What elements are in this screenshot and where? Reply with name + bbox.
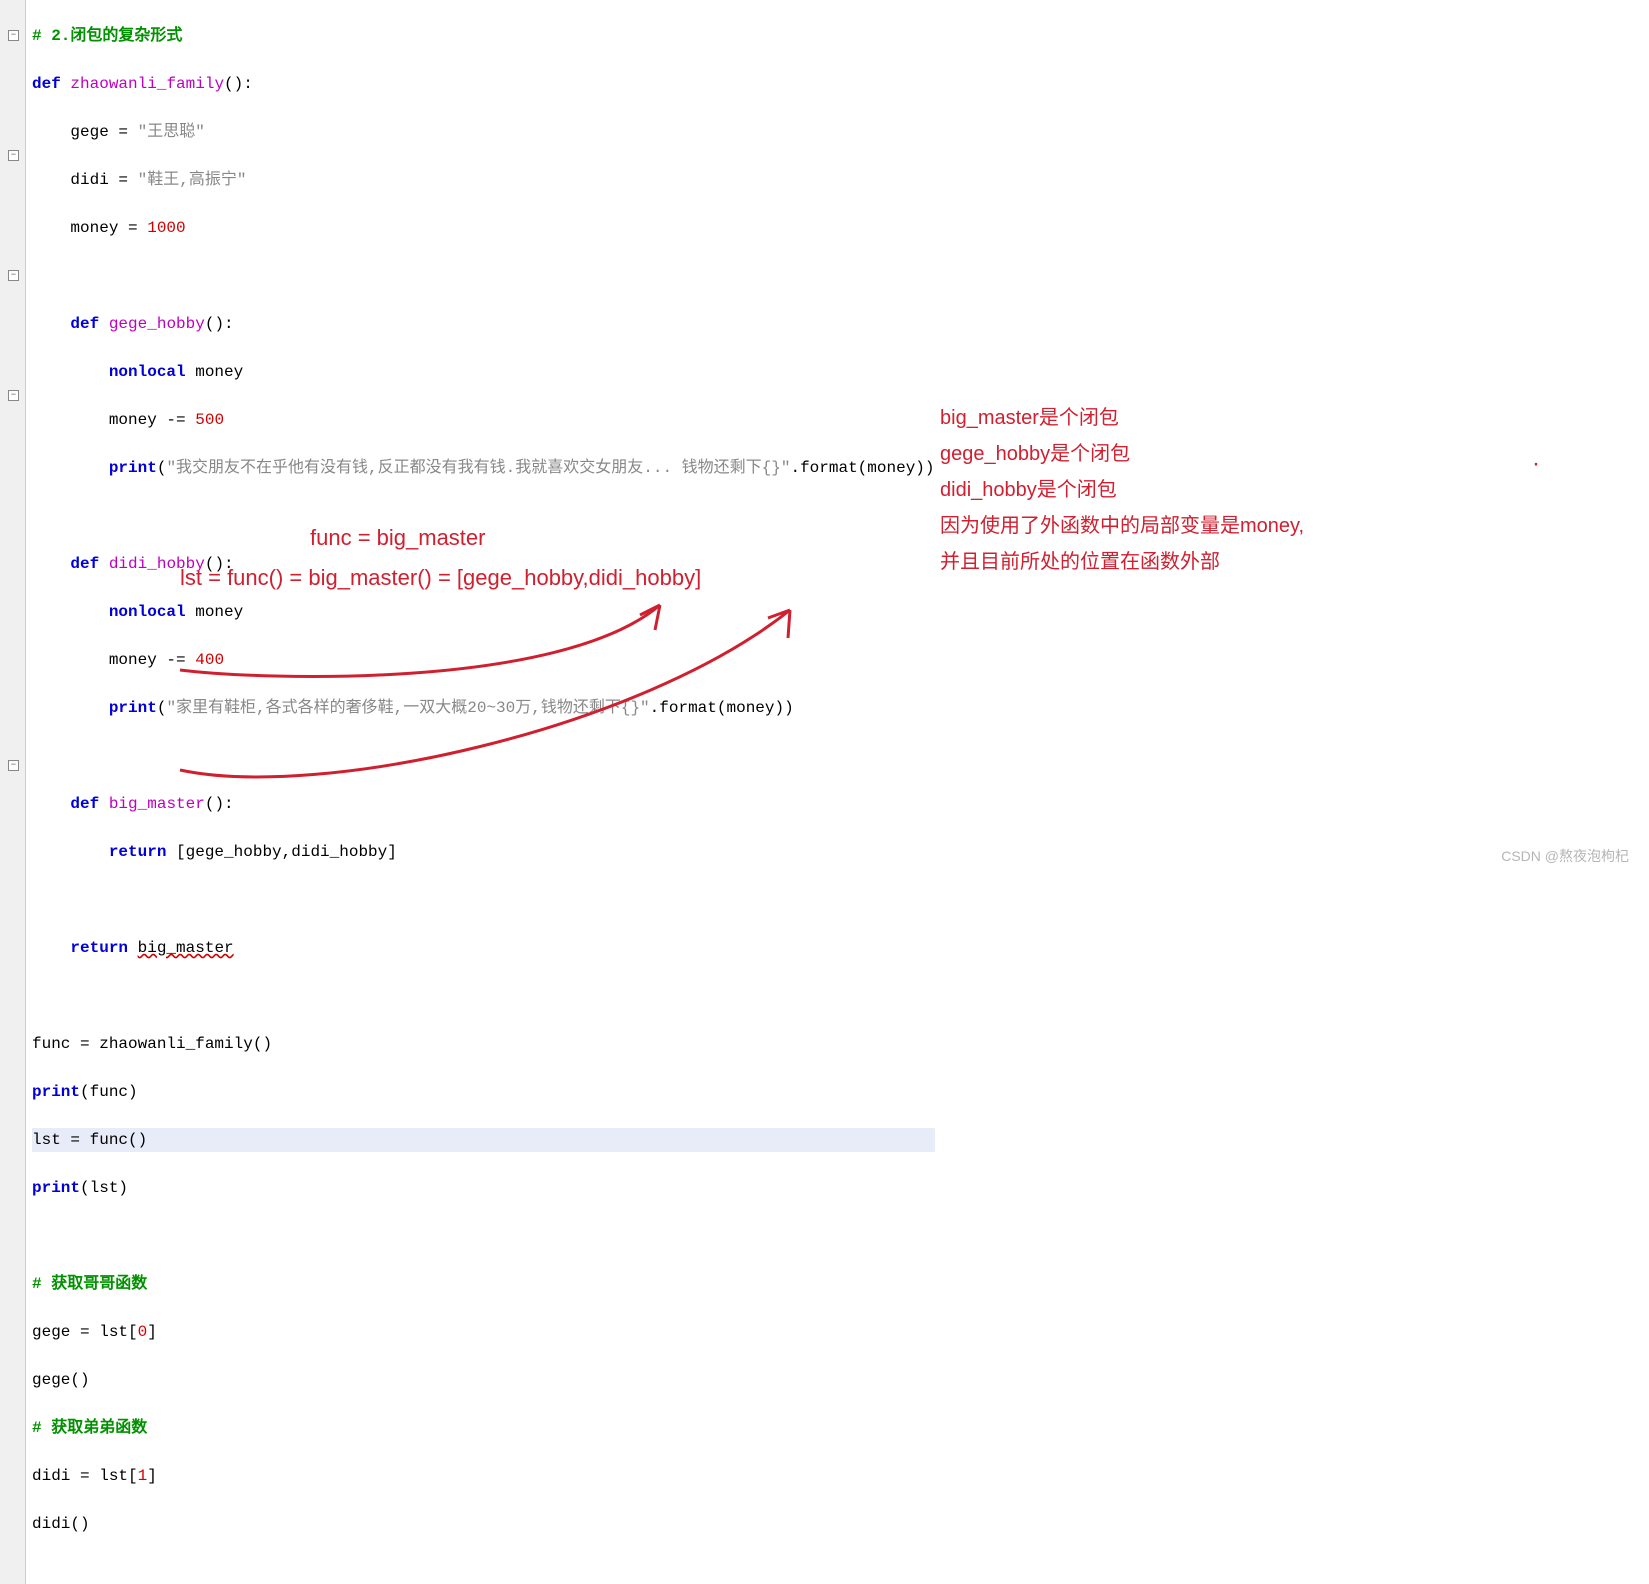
keyword-def: def	[70, 315, 99, 333]
keyword-def: def	[70, 795, 99, 813]
code-text: (	[157, 459, 167, 477]
annotation-line: big_master是个闭包	[940, 400, 1480, 436]
code-text: [gege_hobby,didi_hobby]	[166, 843, 396, 861]
code-text: money	[186, 603, 244, 621]
code-text	[32, 603, 109, 621]
function-name: big_master	[109, 795, 205, 813]
annotation-line: gege_hobby是个闭包	[940, 436, 1480, 472]
number: 400	[195, 651, 224, 669]
builtin-print: print	[32, 1083, 80, 1101]
code-text: gege()	[32, 1371, 90, 1389]
function-name: gege_hobby	[109, 315, 205, 333]
number: 1000	[147, 219, 185, 237]
code-text: money -=	[32, 411, 195, 429]
annotation-line: 并且目前所处的位置在函数外部	[940, 544, 1480, 580]
code-text: money -=	[32, 651, 195, 669]
code-text	[32, 459, 109, 477]
code-text: .format(money))	[790, 459, 934, 477]
code-text: didi = lst[	[32, 1467, 138, 1485]
string: "家里有鞋柜,各式各样的奢侈鞋,一双大概20~30万,钱物还剩下{}"	[166, 699, 649, 717]
code-text: money =	[32, 219, 147, 237]
code-text: didi()	[32, 1515, 90, 1533]
annotation-lst: lst = func() = big_master() = [gege_hobb…	[180, 560, 701, 596]
code-text: gege =	[32, 123, 138, 141]
watermark: CSDN @熬夜泡枸杞	[1501, 846, 1629, 866]
code-text: didi =	[32, 171, 138, 189]
function-name: zhaowanli_family	[70, 75, 224, 93]
code-text	[32, 939, 70, 957]
code-text	[32, 843, 109, 861]
code-editor: − − − − − # 2.闭包的复杂形式 def zhaowanli_fami…	[0, 0, 1649, 1584]
gutter: − − − − −	[0, 0, 26, 1584]
comment: # 2.闭包的复杂形式	[32, 27, 182, 45]
code-area[interactable]: # 2.闭包的复杂形式 def zhaowanli_family(): gege…	[26, 0, 941, 1584]
code-text: func = zhaowanli_family()	[32, 1035, 272, 1053]
code-text: ():	[205, 795, 234, 813]
keyword-return: return	[70, 939, 128, 957]
string: "鞋王,高振宁"	[138, 171, 247, 189]
keyword-def: def	[32, 75, 61, 93]
fold-toggle[interactable]: −	[8, 760, 19, 771]
caret-dot: ·	[1532, 446, 1540, 482]
code-text	[32, 699, 109, 717]
code-text: ():	[205, 315, 234, 333]
code-text: lst = func()	[32, 1131, 147, 1149]
code-text: (lst)	[80, 1179, 128, 1197]
code-text: ]	[147, 1323, 157, 1341]
string: "我交朋友不在乎他有没有钱,反正都没有我有钱.我就喜欢交女朋友... 钱物还剩下…	[166, 459, 790, 477]
keyword-nonlocal: nonlocal	[109, 363, 186, 381]
fold-toggle[interactable]: −	[8, 390, 19, 401]
code-text: money	[186, 363, 244, 381]
keyword-nonlocal: nonlocal	[109, 603, 186, 621]
annotation-line: didi_hobby是个闭包	[940, 472, 1480, 508]
code-text: big_master	[138, 939, 234, 957]
code-text	[128, 939, 138, 957]
keyword-def: def	[70, 555, 99, 573]
code-text: ():	[224, 75, 253, 93]
comment: # 获取弟弟函数	[32, 1419, 147, 1437]
fold-toggle[interactable]: −	[8, 270, 19, 281]
fold-toggle[interactable]: −	[8, 30, 19, 41]
keyword-return: return	[109, 843, 167, 861]
builtin-print: print	[109, 699, 157, 717]
code-text	[32, 363, 109, 381]
annotation-func: func = big_master	[310, 520, 485, 556]
number: 0	[138, 1323, 148, 1341]
code-text: (func)	[80, 1083, 138, 1101]
code-text: gege = lst[	[32, 1323, 138, 1341]
code-text: ]	[147, 1467, 157, 1485]
comment: # 获取哥哥函数	[32, 1275, 147, 1293]
annotation-closure-list: big_master是个闭包 gege_hobby是个闭包 didi_hobby…	[940, 400, 1480, 580]
code-text: .format(money))	[650, 699, 794, 717]
number: 1	[138, 1467, 148, 1485]
fold-toggle[interactable]: −	[8, 150, 19, 161]
annotation-line: 因为使用了外函数中的局部变量是money,	[940, 508, 1480, 544]
code-text: (	[157, 699, 167, 717]
builtin-print: print	[32, 1179, 80, 1197]
string: "王思聪"	[138, 123, 205, 141]
builtin-print: print	[109, 459, 157, 477]
number: 500	[195, 411, 224, 429]
